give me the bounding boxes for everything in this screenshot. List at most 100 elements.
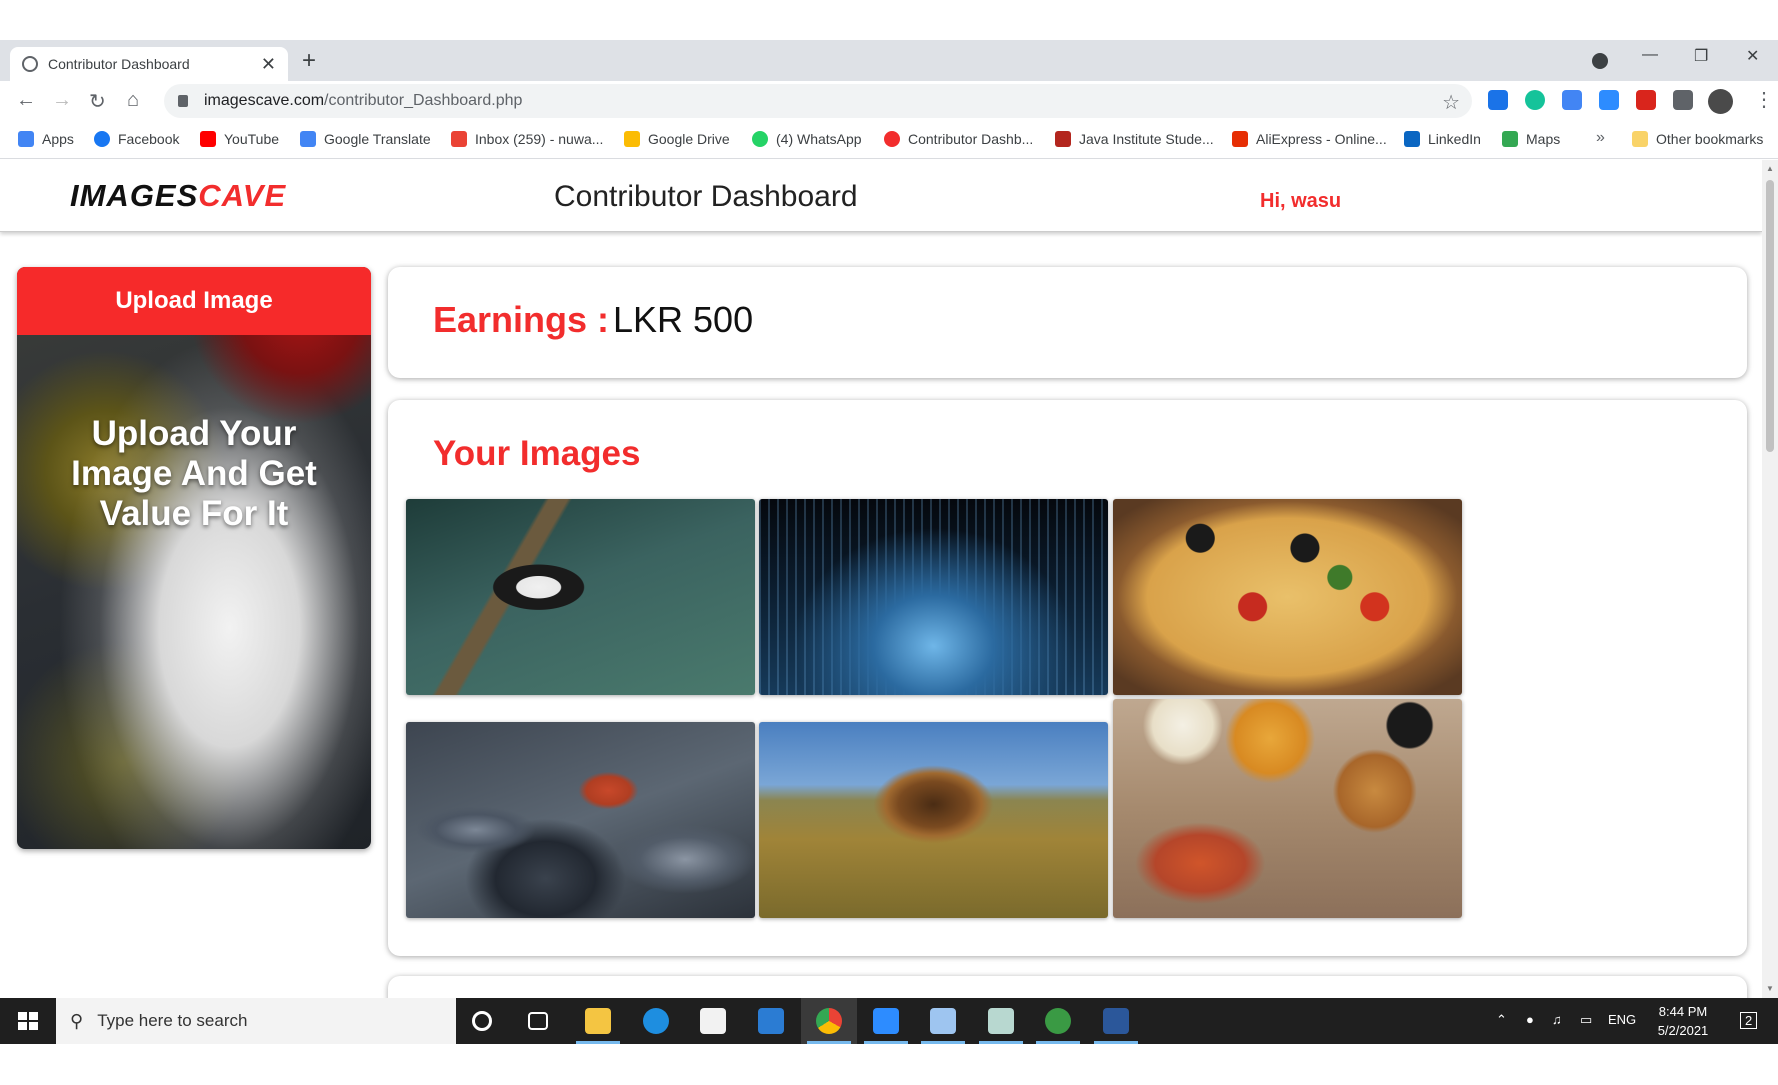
page-scrollbar[interactable]: ▲ ▼ xyxy=(1762,160,1778,998)
bookmark-label: (4) WhatsApp xyxy=(776,131,862,147)
gmail-icon xyxy=(451,131,467,147)
bookmark-label: Java Institute Stude... xyxy=(1079,131,1214,147)
battery-icon[interactable]: ▭ xyxy=(1580,1012,1592,1028)
close-window-icon[interactable]: ✕ xyxy=(1746,46,1759,66)
upload-banner-text: Upload Your Image And Get Value For It xyxy=(71,414,317,533)
zoom-icon[interactable] xyxy=(873,1008,899,1034)
running-indicator xyxy=(1036,1041,1080,1044)
minimize-icon[interactable]: — xyxy=(1642,46,1658,64)
language-indicator[interactable]: ENG xyxy=(1608,1012,1636,1027)
browser-tab[interactable]: Contributor Dashboard ✕ xyxy=(10,47,288,81)
home-icon[interactable]: ⌂ xyxy=(127,89,139,112)
word-icon[interactable] xyxy=(1103,1008,1129,1034)
bookmark-contributor-dashboard[interactable]: Contributor Dashb... xyxy=(884,131,1033,147)
task-view-icon[interactable] xyxy=(528,1012,548,1030)
more-bookmarks-icon[interactable]: » xyxy=(1596,129,1605,147)
images-card: Your Images xyxy=(388,400,1747,956)
running-indicator xyxy=(807,1041,851,1044)
site-icon xyxy=(884,131,900,147)
taskbar-search[interactable]: ⚲ Type here to search xyxy=(56,998,456,1044)
file-explorer-icon[interactable] xyxy=(585,1008,611,1034)
earnings-label: Earnings : xyxy=(433,299,610,340)
bookmark-aliexpress[interactable]: AliExpress - Online... xyxy=(1232,131,1387,147)
back-icon[interactable]: ← xyxy=(16,89,36,112)
bookmark-google-translate[interactable]: Google Translate xyxy=(300,131,431,147)
java-icon xyxy=(1055,131,1071,147)
windows-start-icon[interactable] xyxy=(18,1012,38,1030)
maps-icon xyxy=(1502,131,1518,147)
image-thumbnail-pebbles[interactable] xyxy=(406,722,755,918)
youtube-icon xyxy=(200,131,216,147)
bookmark-label: Apps xyxy=(42,131,74,147)
pdf-extension-icon[interactable] xyxy=(1636,90,1656,110)
facebook-icon xyxy=(94,131,110,147)
tab-search-icon[interactable] xyxy=(1592,53,1608,69)
apps-grid-icon xyxy=(18,131,34,147)
user-greeting[interactable]: Hi, wasu xyxy=(1260,190,1341,213)
scrollbar-thumb[interactable] xyxy=(1766,180,1774,452)
notepad-icon[interactable] xyxy=(988,1008,1014,1034)
image-thumbnail-panda[interactable] xyxy=(406,499,755,695)
search-placeholder: Type here to search xyxy=(97,1011,248,1030)
bookmark-google-drive[interactable]: Google Drive xyxy=(624,131,730,147)
network-icon[interactable]: ● xyxy=(1526,1012,1534,1027)
reload-icon[interactable]: ↻ xyxy=(89,89,106,114)
new-tab-button[interactable]: + xyxy=(302,47,316,75)
tab-title: Contributor Dashboard xyxy=(48,56,190,72)
upload-card: Upload Image Upload Your Image And Get V… xyxy=(17,267,371,849)
running-indicator xyxy=(864,1041,908,1044)
address-bar[interactable]: imagescave.com /contributor_Dashboard.ph… xyxy=(164,84,1472,118)
mail-icon[interactable] xyxy=(758,1008,784,1034)
bookmark-facebook[interactable]: Facebook xyxy=(94,131,179,147)
image-thumbnail-pizza[interactable] xyxy=(1113,499,1462,695)
bookmark-label: LinkedIn xyxy=(1428,131,1481,147)
scroll-up-icon[interactable]: ▲ xyxy=(1766,164,1774,173)
edge-icon[interactable] xyxy=(643,1008,669,1034)
forward-icon[interactable]: → xyxy=(52,89,72,112)
close-tab-icon[interactable]: ✕ xyxy=(261,54,276,75)
folder-icon xyxy=(1632,131,1648,147)
grammarly-icon[interactable] xyxy=(1525,90,1545,110)
clock-time: 8:44 PM xyxy=(1658,1004,1708,1019)
restore-icon[interactable]: ❐ xyxy=(1694,46,1708,66)
bookmark-apps[interactable]: Apps xyxy=(18,131,74,147)
bookmark-linkedin[interactable]: LinkedIn xyxy=(1404,131,1481,147)
profile-avatar[interactable] xyxy=(1708,89,1733,114)
bookmark-star-icon[interactable]: ☆ xyxy=(1442,90,1460,115)
scroll-down-icon[interactable]: ▼ xyxy=(1766,984,1774,993)
linkedin-icon xyxy=(1404,131,1420,147)
bookmark-maps[interactable]: Maps xyxy=(1502,131,1560,147)
menu-kebab-icon[interactable]: ⋮ xyxy=(1754,87,1774,112)
zoom-extension-icon[interactable] xyxy=(1599,90,1619,110)
bookmark-label: Contributor Dashb... xyxy=(908,131,1034,147)
cortana-icon[interactable] xyxy=(472,1011,492,1031)
lock-icon[interactable] xyxy=(178,95,188,107)
bookmark-java-institute[interactable]: Java Institute Stude... xyxy=(1055,131,1214,147)
hotspot-icon[interactable] xyxy=(1045,1008,1071,1034)
clock[interactable]: 8:44 PM 5/2/2021 xyxy=(1648,1002,1718,1040)
volume-icon[interactable]: ♫ xyxy=(1552,1012,1562,1027)
upload-image-button[interactable]: Upload Image xyxy=(17,267,371,335)
page-viewport: IMAGESCAVE Contributor Dashboard Hi, was… xyxy=(0,160,1762,998)
other-bookmarks[interactable]: Other bookmarks xyxy=(1632,131,1763,147)
extension-icon[interactable] xyxy=(1488,90,1508,110)
show-hidden-icons-icon[interactable]: ⌃ xyxy=(1496,1012,1507,1028)
bookmark-gmail[interactable]: Inbox (259) - nuwa... xyxy=(451,131,603,147)
puzzle-icon[interactable] xyxy=(1673,90,1693,110)
virtualbox-icon[interactable] xyxy=(930,1008,956,1034)
translate-extension-icon[interactable] xyxy=(1562,90,1582,110)
drive-icon xyxy=(624,131,640,147)
image-thumbnail-lion[interactable] xyxy=(759,722,1108,918)
chrome-icon[interactable] xyxy=(816,1008,842,1034)
bookmark-youtube[interactable]: YouTube xyxy=(200,131,279,147)
site-logo[interactable]: IMAGESCAVE xyxy=(70,178,286,214)
notifications-icon[interactable]: 2 xyxy=(1740,1012,1758,1029)
bookmark-whatsapp[interactable]: (4) WhatsApp xyxy=(752,131,862,147)
whatsapp-icon xyxy=(752,131,768,147)
image-thumbnail-fast-food[interactable] xyxy=(1113,699,1462,918)
url-path: /contributor_Dashboard.php xyxy=(324,92,523,109)
earnings-value: LKR 500 xyxy=(613,299,754,340)
running-indicator xyxy=(576,1041,620,1044)
store-icon[interactable] xyxy=(700,1008,726,1034)
image-thumbnail-city-night[interactable] xyxy=(759,499,1108,695)
